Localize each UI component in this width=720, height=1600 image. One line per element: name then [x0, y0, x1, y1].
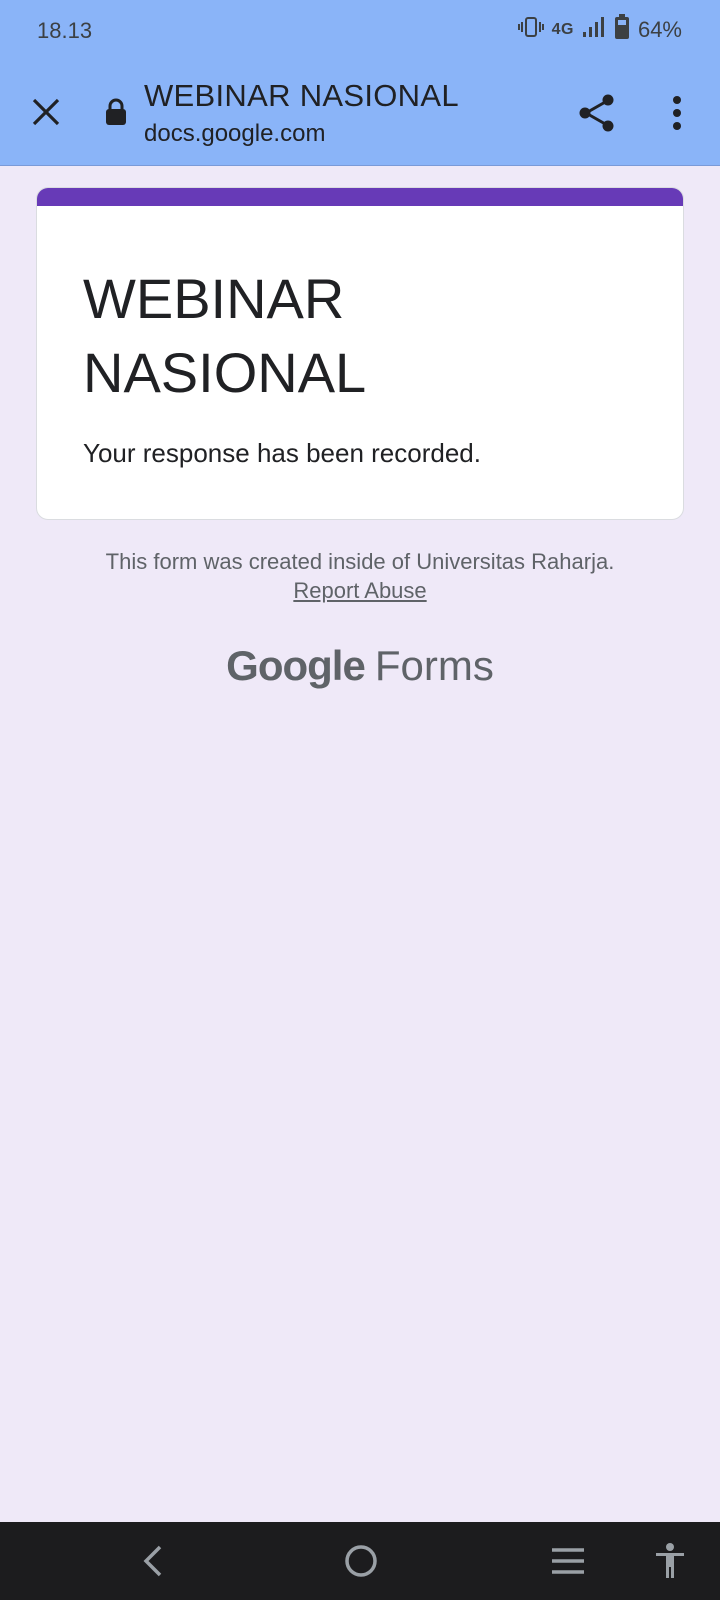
form-confirmation-card: WEBINAR NASIONAL Your response has been … [36, 187, 684, 520]
google-forms-logo[interactable]: Google Forms [0, 642, 720, 690]
battery-icon [614, 14, 630, 46]
status-icons: 4G 64% [517, 14, 682, 46]
vibrate-icon [517, 16, 544, 44]
system-nav-bar [0, 1522, 720, 1600]
more-vert-icon [673, 96, 681, 130]
status-time: 18.13 [37, 18, 93, 43]
tab-url[interactable]: docs.google.com [144, 120, 325, 148]
recents-icon [552, 1548, 584, 1574]
home-icon [345, 1545, 377, 1577]
network-type: 4G [551, 21, 574, 38]
share-icon [579, 94, 614, 132]
battery-percent: 64% [637, 17, 682, 42]
brand-google: Google [226, 642, 366, 689]
report-abuse-link[interactable]: Report Abuse [293, 578, 426, 603]
form-title: WEBINAR NASIONAL [83, 267, 367, 404]
tab-title: WEBINAR NASIONAL [144, 78, 459, 113]
close-tab-button[interactable] [22, 88, 70, 136]
card-accent-bar [37, 188, 683, 206]
confirmation-message: Your response has been recorded. [83, 438, 481, 468]
nav-home-button[interactable] [336, 1536, 386, 1586]
top-app-bar: 18.13 4G 64% WEBINAR NASIONAL docs.googl… [0, 0, 720, 166]
nav-recents-button[interactable] [543, 1536, 593, 1586]
close-icon [32, 98, 60, 126]
footer-note: This form was created inside of Universi… [105, 549, 615, 574]
back-icon [143, 1545, 162, 1577]
signal-icon [582, 16, 606, 44]
nav-back-button[interactable] [128, 1536, 178, 1586]
more-options-button[interactable] [652, 88, 702, 138]
lock-icon[interactable] [104, 98, 128, 126]
accessibility-icon [656, 1543, 684, 1578]
brand-forms: Forms [374, 642, 494, 689]
report-abuse-row: Report Abuse [0, 578, 720, 604]
share-button[interactable] [572, 88, 622, 138]
nav-accessibility-button[interactable] [645, 1536, 695, 1586]
